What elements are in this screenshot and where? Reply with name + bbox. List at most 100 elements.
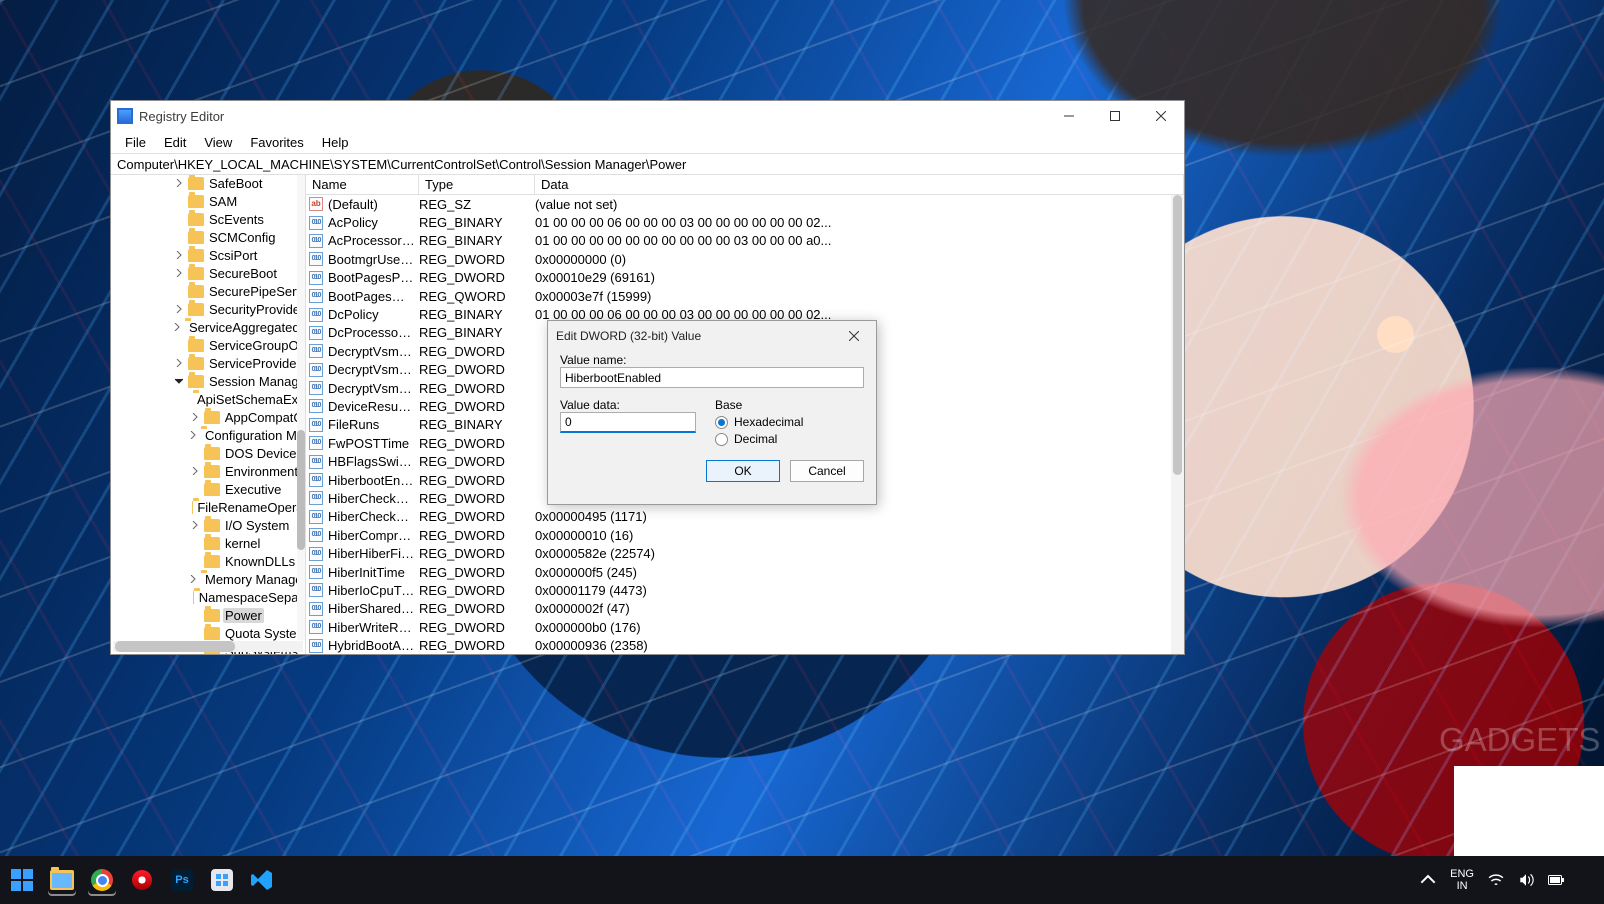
taskbar-photoshop[interactable]: Ps — [168, 866, 196, 894]
taskbar-vscode[interactable] — [248, 866, 276, 894]
tree-item[interactable]: SecurePipeServers — [111, 282, 306, 300]
minimize-button[interactable] — [1046, 101, 1092, 131]
menu-view[interactable]: View — [196, 133, 240, 152]
chevron-right-icon[interactable] — [173, 177, 185, 189]
list-row[interactable]: HiberChecksumT...REG_DWORD0x00000495 (11… — [306, 508, 1184, 526]
chevron-right-icon[interactable] — [173, 267, 185, 279]
list-row[interactable]: (Default)REG_SZ(value not set) — [306, 195, 1184, 213]
list-row[interactable]: HiberWriteRateREG_DWORD0x000000b0 (176) — [306, 618, 1184, 636]
tree-item-label: Memory Management — [203, 572, 306, 587]
tree-item[interactable]: Executive — [111, 480, 306, 498]
regedit-address-bar[interactable]: Computer\HKEY_LOCAL_MACHINE\SYSTEM\Curre… — [111, 153, 1184, 175]
cell-type: REG_DWORD — [419, 565, 535, 580]
chevron-right-icon[interactable] — [173, 303, 185, 315]
tray-language[interactable]: ENG IN — [1450, 868, 1474, 892]
value-data-input[interactable] — [560, 412, 696, 433]
tray-chevron-up-icon[interactable] — [1420, 872, 1436, 888]
tray-battery-icon[interactable] — [1548, 872, 1564, 888]
list-row[interactable]: HiberCompressR...REG_DWORD0x00000010 (16… — [306, 526, 1184, 544]
chevron-down-icon[interactable] — [173, 375, 185, 387]
list-row[interactable]: AcProcessorPolicyREG_BINARY01 00 00 00 0… — [306, 232, 1184, 250]
tree-item[interactable]: ServiceProvider — [111, 354, 306, 372]
list-row[interactable]: HybridBootAnim...REG_DWORD0x00000936 (23… — [306, 636, 1184, 654]
col-name-header[interactable]: Name — [306, 175, 419, 194]
tree-item[interactable]: I/O System — [111, 516, 306, 534]
tree-vertical-scrollbar[interactable] — [297, 175, 305, 640]
tree-item[interactable]: ApiSetSchemaExtensions — [111, 390, 306, 408]
tree-item[interactable]: Memory Management — [111, 570, 306, 588]
tree-item-label: KnownDLLs — [223, 554, 297, 569]
tree-item[interactable]: kernel — [111, 534, 306, 552]
radio-decimal[interactable]: Decimal — [715, 432, 803, 446]
chevron-right-icon[interactable] — [173, 249, 185, 261]
chevron-right-icon[interactable] — [173, 357, 185, 369]
start-button[interactable] — [8, 866, 36, 894]
chevron-right-icon[interactable] — [189, 429, 197, 441]
tree-item[interactable]: Configuration Manager — [111, 426, 306, 444]
tree-item[interactable]: AppCompatCache — [111, 408, 306, 426]
list-row[interactable]: AcPolicyREG_BINARY01 00 00 00 06 00 00 0… — [306, 213, 1184, 231]
close-button[interactable] — [1138, 101, 1184, 131]
tree-item[interactable]: FileRenameOperations — [111, 498, 306, 516]
value-name-input[interactable] — [560, 367, 864, 388]
tree-item[interactable]: KnownDLLs — [111, 552, 306, 570]
cancel-button[interactable]: Cancel — [790, 460, 864, 482]
folder-icon — [204, 411, 220, 424]
scrollbar-thumb[interactable] — [297, 430, 305, 550]
menu-favorites[interactable]: Favorites — [242, 133, 311, 152]
tree-item[interactable]: SAM — [111, 192, 306, 210]
dialog-close-button[interactable] — [840, 322, 868, 350]
taskbar-opera[interactable] — [128, 866, 156, 894]
tree-item[interactable]: SafeBoot — [111, 175, 306, 192]
menu-file[interactable]: File — [117, 133, 154, 152]
tree-item-label: kernel — [223, 536, 262, 551]
col-data-header[interactable]: Data — [535, 175, 1184, 194]
regedit-titlebar[interactable]: Registry Editor — [111, 101, 1184, 131]
taskbar-microsoft-store[interactable] — [208, 866, 236, 894]
maximize-button[interactable] — [1092, 101, 1138, 131]
regedit-tree-pane[interactable]: SafeBootSAMScEventsSCMConfigScsiPortSecu… — [111, 175, 306, 654]
chevron-right-icon[interactable] — [189, 519, 201, 531]
tree-item[interactable]: ServiceGroupOrder — [111, 336, 306, 354]
list-vertical-scrollbar[interactable] — [1171, 195, 1184, 654]
col-type-header[interactable]: Type — [419, 175, 535, 194]
taskbar-file-explorer[interactable] — [48, 866, 76, 894]
tree-item[interactable]: SCMConfig — [111, 228, 306, 246]
chevron-right-icon[interactable] — [189, 411, 201, 423]
list-row[interactable]: HiberInitTimeREG_DWORD0x000000f5 (245) — [306, 563, 1184, 581]
cell-type: REG_DWORD — [419, 509, 535, 524]
radio-hexadecimal[interactable]: Hexadecimal — [715, 415, 803, 429]
dialog-titlebar[interactable]: Edit DWORD (32-bit) Value — [548, 321, 876, 351]
tree-item[interactable]: DOS Devices — [111, 444, 306, 462]
tree-horizontal-scrollbar[interactable] — [113, 641, 303, 652]
tree-item[interactable]: ScEvents — [111, 210, 306, 228]
list-row[interactable]: HiberHiberFileTi...REG_DWORD0x0000582e (… — [306, 544, 1184, 562]
list-row[interactable]: HiberSharedBuff...REG_DWORD0x0000002f (4… — [306, 600, 1184, 618]
scrollbar-thumb[interactable] — [1173, 195, 1182, 475]
menu-help[interactable]: Help — [314, 133, 357, 152]
cell-type: REG_DWORD — [419, 436, 535, 451]
tree-item-label: NamespaceSeparation — [197, 590, 306, 605]
scrollbar-thumb[interactable] — [115, 641, 235, 652]
list-row[interactable]: BootPagesProces...REG_DWORD0x00010e29 (6… — [306, 269, 1184, 287]
chevron-right-icon[interactable] — [189, 465, 201, 477]
list-row[interactable]: HiberIoCpuTimeREG_DWORD0x00001179 (4473) — [306, 581, 1184, 599]
menu-edit[interactable]: Edit — [156, 133, 194, 152]
chevron-right-icon[interactable] — [189, 573, 197, 585]
tree-item[interactable]: ServiceAggregatedEvents — [111, 318, 306, 336]
chevron-right-icon[interactable] — [173, 321, 181, 333]
tree-item[interactable]: SecureBoot — [111, 264, 306, 282]
tray-wifi-icon[interactable] — [1488, 872, 1504, 888]
tree-item[interactable]: SecurityProviders — [111, 300, 306, 318]
tree-item[interactable]: ScsiPort — [111, 246, 306, 264]
tree-item[interactable]: Session Manager — [111, 372, 306, 390]
ok-button[interactable]: OK — [706, 460, 780, 482]
tree-item[interactable]: Power — [111, 606, 306, 624]
taskbar-chrome[interactable] — [88, 866, 116, 894]
list-row[interactable]: BootmgrUserInp...REG_DWORD0x00000000 (0) — [306, 250, 1184, 268]
list-row[interactable]: BootPagesWrittenREG_QWORD0x00003e7f (159… — [306, 287, 1184, 305]
tray-volume-icon[interactable] — [1518, 872, 1534, 888]
tree-item[interactable]: Environment — [111, 462, 306, 480]
tree-item[interactable]: Quota System — [111, 624, 306, 642]
tree-item[interactable]: NamespaceSeparation — [111, 588, 306, 606]
